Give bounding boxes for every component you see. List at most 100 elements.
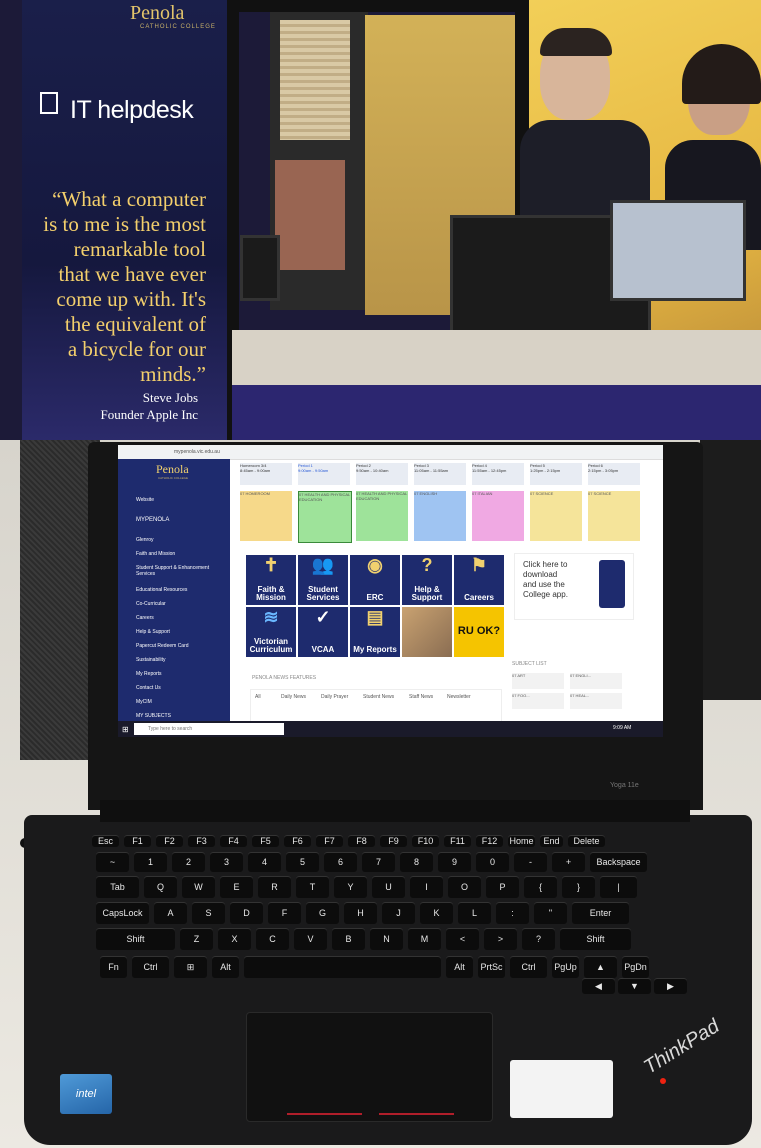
key[interactable]: ?: [522, 928, 555, 950]
sidebar-item[interactable]: Student Support & Enhancement Services: [136, 565, 216, 577]
news-tab[interactable]: All: [255, 694, 261, 700]
tile-vcaa[interactable]: ✓ VCAA: [298, 607, 348, 657]
key[interactable]: <: [446, 928, 479, 950]
subject-card[interactable]: 07 HEAL...: [570, 693, 622, 709]
key[interactable]: K: [420, 902, 453, 924]
key[interactable]: Ctrl: [132, 956, 169, 978]
key[interactable]: J: [382, 902, 415, 924]
class-cell[interactable]: 07 ITALIAN: [472, 491, 524, 541]
tile-careers[interactable]: ⚑ Careers: [454, 555, 504, 605]
key[interactable]: ~: [96, 852, 129, 872]
subject-card[interactable]: 07 ART: [512, 673, 564, 689]
key[interactable]: Alt: [446, 956, 473, 978]
sidebar-item[interactable]: Glenroy: [136, 537, 154, 543]
key[interactable]: F4: [220, 835, 247, 847]
key[interactable]: S: [192, 902, 225, 924]
key[interactable]: Shift: [96, 928, 175, 950]
sidebar-item[interactable]: Contact Us: [136, 685, 161, 691]
class-cell[interactable]: 07 SCIENCE: [530, 491, 582, 541]
key[interactable]: Tab: [96, 876, 139, 898]
class-cell[interactable]: 07 HEALTH AND PHYSICAL EDUCATION: [356, 491, 408, 541]
key[interactable]: L: [458, 902, 491, 924]
key[interactable]: Q: [144, 876, 177, 898]
key[interactable]: R: [258, 876, 291, 898]
key[interactable]: Shift: [560, 928, 631, 950]
key[interactable]: PgDn: [622, 956, 649, 978]
key[interactable]: E: [220, 876, 253, 898]
class-cell[interactable]: 07 SCIENCE: [588, 491, 640, 541]
sidebar-item[interactable]: Sustainability: [136, 657, 165, 663]
key[interactable]: PrtSc: [478, 956, 505, 978]
news-tab[interactable]: Student News: [363, 694, 394, 700]
key[interactable]: C: [256, 928, 289, 950]
key[interactable]: F11: [444, 835, 471, 847]
class-cell[interactable]: 07 ENGLISH: [414, 491, 466, 541]
key[interactable]: F1: [124, 835, 151, 847]
tile-faith-mission[interactable]: ✝ Faith & Mission: [246, 555, 296, 605]
key[interactable]: F: [268, 902, 301, 924]
key[interactable]: |: [600, 876, 637, 898]
subject-card[interactable]: 07 FOO...: [512, 693, 564, 709]
key[interactable]: P: [486, 876, 519, 898]
sidebar-item[interactable]: My Reports: [136, 671, 162, 677]
key[interactable]: W: [182, 876, 215, 898]
key[interactable]: Esc: [92, 835, 119, 847]
arrow-key[interactable]: ◀: [582, 978, 615, 994]
key[interactable]: A: [154, 902, 187, 924]
windows-start-icon[interactable]: ⊞: [122, 725, 129, 734]
news-tab[interactable]: Newsletter: [447, 694, 471, 700]
sidebar-item[interactable]: Careers: [136, 615, 154, 621]
key[interactable]: [244, 956, 441, 978]
class-cell[interactable]: 07 HOMEROOM: [240, 491, 292, 541]
key[interactable]: Delete: [568, 835, 605, 847]
key[interactable]: F3: [188, 835, 215, 847]
sidebar-item[interactable]: Papercut Redeem Card: [136, 643, 189, 649]
key[interactable]: Enter: [572, 902, 629, 924]
tile-ruok[interactable]: RU OK?: [454, 607, 504, 657]
tile-erc[interactable]: ◉ ERC: [350, 555, 400, 605]
key[interactable]: M: [408, 928, 441, 950]
key[interactable]: Alt: [212, 956, 239, 978]
key[interactable]: PgUp: [552, 956, 579, 978]
key[interactable]: V: [294, 928, 327, 950]
key[interactable]: :: [496, 902, 529, 924]
key[interactable]: Backspace: [590, 852, 647, 872]
key[interactable]: F5: [252, 835, 279, 847]
sidebar-item[interactable]: Help & Support: [136, 629, 170, 635]
sidebar-item[interactable]: Co-Curricular: [136, 601, 166, 607]
key[interactable]: >: [484, 928, 517, 950]
key[interactable]: 8: [400, 852, 433, 872]
key[interactable]: Z: [180, 928, 213, 950]
key[interactable]: F8: [348, 835, 375, 847]
news-tab[interactable]: Daily News: [281, 694, 306, 700]
key[interactable]: 9: [438, 852, 471, 872]
arrow-key[interactable]: ▼: [618, 978, 651, 994]
key[interactable]: Home: [508, 835, 535, 847]
key[interactable]: F7: [316, 835, 343, 847]
key[interactable]: H: [344, 902, 377, 924]
key[interactable]: F6: [284, 835, 311, 847]
news-tab[interactable]: Daily Prayer: [321, 694, 348, 700]
tile-student-services[interactable]: 👥 Student Services: [298, 555, 348, 605]
tile-help-support[interactable]: ? Help & Support: [402, 555, 452, 605]
key[interactable]: CapsLock: [96, 902, 149, 924]
key[interactable]: F2: [156, 835, 183, 847]
key[interactable]: B: [332, 928, 365, 950]
key[interactable]: 6: [324, 852, 357, 872]
subject-card[interactable]: 07 ENGLI...: [570, 673, 622, 689]
tile-photo[interactable]: [402, 607, 452, 657]
key[interactable]: +: [552, 852, 585, 872]
key[interactable]: U: [372, 876, 405, 898]
sidebar-item[interactable]: Faith and Mission: [136, 551, 175, 557]
arrow-key[interactable]: ▶: [654, 978, 687, 994]
key[interactable]: F12: [476, 835, 503, 847]
class-cell[interactable]: 07 HEALTH AND PHYSICAL EDUCATION: [298, 491, 352, 543]
key[interactable]: Fn: [100, 956, 127, 978]
key[interactable]: Y: [334, 876, 367, 898]
key[interactable]: N: [370, 928, 403, 950]
taskbar-search[interactable]: Type here to search: [134, 723, 284, 735]
touchpad[interactable]: [246, 1012, 493, 1122]
app-promo[interactable]: Click here to download and use the Colle…: [514, 553, 634, 620]
key[interactable]: 2: [172, 852, 205, 872]
key[interactable]: ⊞: [174, 956, 207, 978]
